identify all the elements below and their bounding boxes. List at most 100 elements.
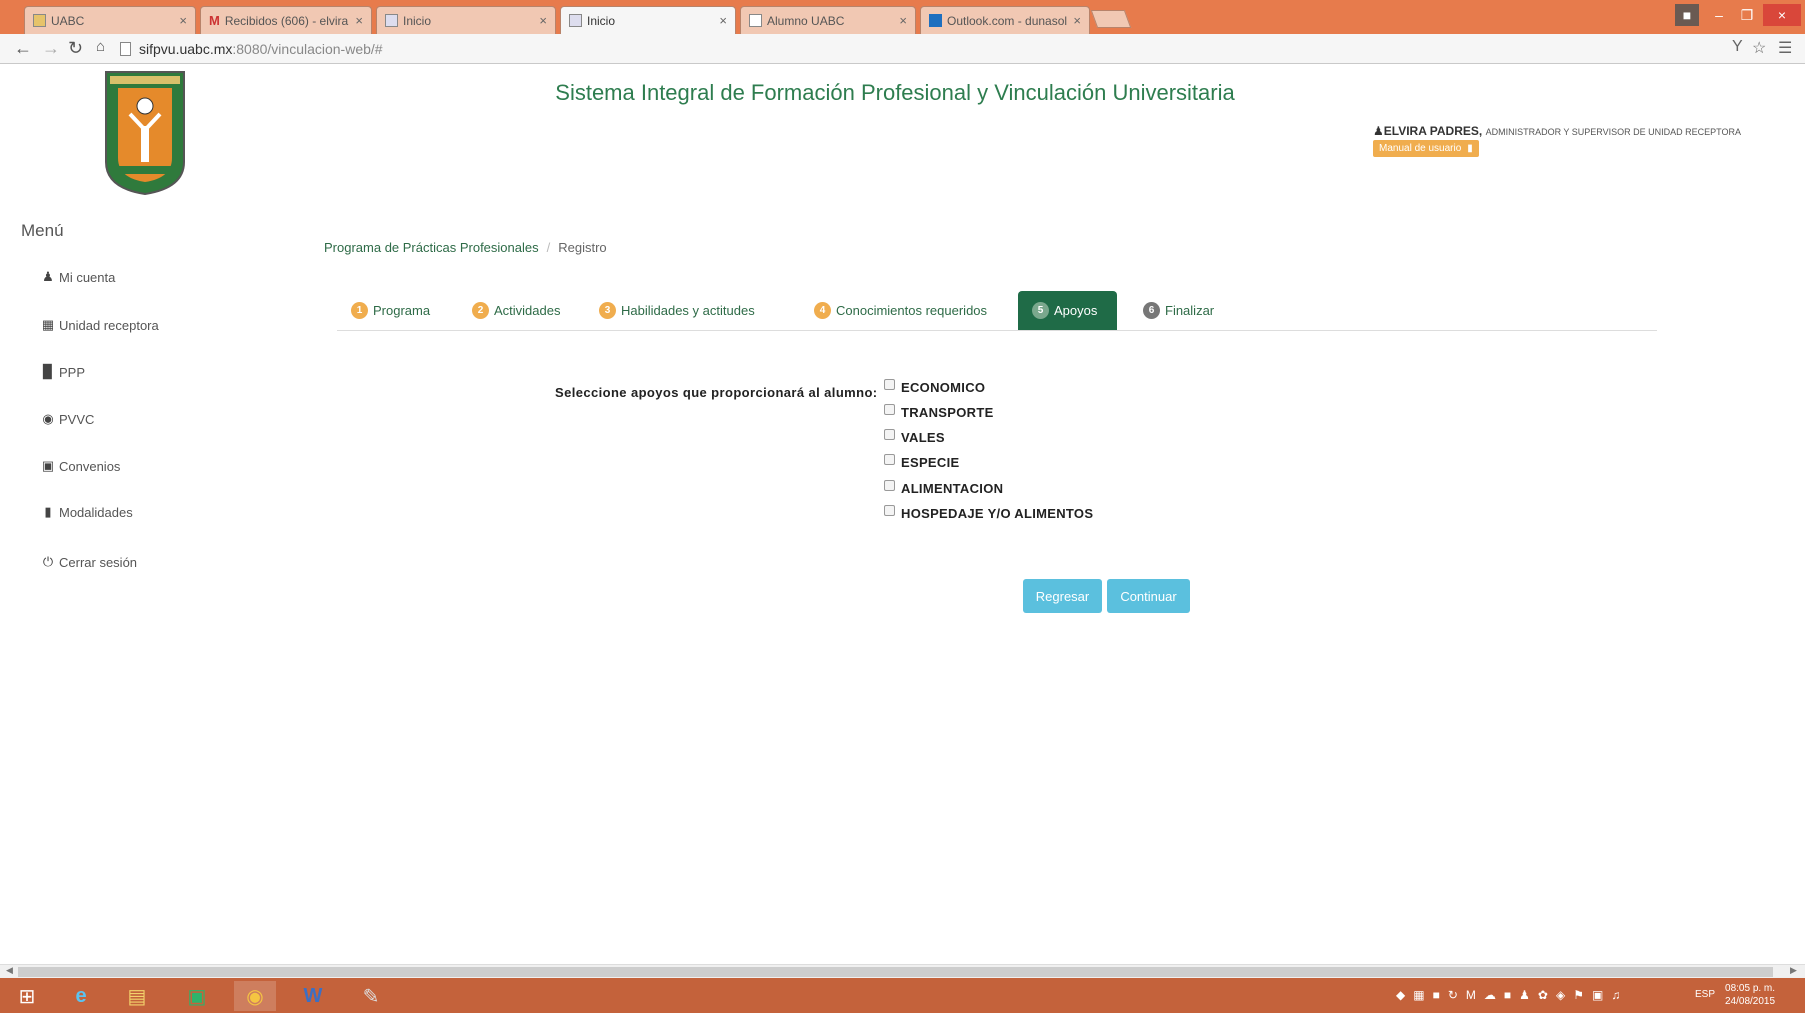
gmail-tray-icon[interactable]: M xyxy=(1466,988,1476,1002)
checkbox-especie[interactable] xyxy=(884,454,895,465)
menu-item-convenios[interactable]: ▣ Convenios xyxy=(40,458,121,474)
menu-hamburger-icon[interactable]: ☰ xyxy=(1778,38,1792,58)
back-button[interactable]: Regresar xyxy=(1023,579,1102,613)
option-label: ECONOMICO xyxy=(901,380,986,395)
checkbox-transporte[interactable] xyxy=(884,404,895,415)
menu-item-cerrar-sesion[interactable]: ⏻ Cerrar sesión xyxy=(40,554,137,570)
step-number-badge: 6 xyxy=(1143,302,1160,319)
monitor-icon[interactable]: ▣ xyxy=(1592,988,1603,1002)
minimize-button[interactable]: – xyxy=(1705,4,1733,26)
menu-item-label: Cerrar sesión xyxy=(59,554,138,570)
browser-tab-uabc[interactable]: UABC × xyxy=(24,6,196,34)
page-icon xyxy=(120,42,131,56)
power-icon: ⏻ xyxy=(42,554,54,569)
close-tab-icon[interactable]: × xyxy=(719,13,727,28)
browser-tab-inicio-1[interactable]: Inicio × xyxy=(376,6,556,34)
forward-arrow-icon[interactable]: → xyxy=(42,38,60,59)
new-tab-button[interactable] xyxy=(1090,10,1132,28)
close-tab-icon[interactable]: × xyxy=(179,13,187,28)
option-alimentacion[interactable]: ALIMENTACION xyxy=(884,480,1004,496)
shield-icon[interactable]: ◆ xyxy=(1396,988,1405,1002)
continue-button[interactable]: Continuar xyxy=(1107,579,1190,613)
menu-item-label: Unidad receptora xyxy=(59,317,159,333)
horizontal-scrollbar[interactable]: ◀ ▶ xyxy=(0,964,1805,978)
browser-tab-inicio-active[interactable]: Inicio × xyxy=(560,6,736,34)
scroll-left-arrow-icon[interactable]: ◀ xyxy=(6,965,13,976)
system-clock[interactable]: 08:05 p. m. 24/08/2015 xyxy=(1725,982,1775,1008)
people-icon[interactable]: ♟ xyxy=(1519,988,1530,1002)
menu-item-ppp[interactable]: ▉ PPP xyxy=(40,364,85,380)
url-field[interactable]: sifpvu.uabc.mx:8080/vinculacion-web/# xyxy=(120,39,1720,59)
breadcrumb-parent-link[interactable]: Programa de Prácticas Profesionales xyxy=(324,240,539,255)
option-especie[interactable]: ESPECIE xyxy=(884,454,960,470)
sync-icon[interactable]: ↻ xyxy=(1448,988,1458,1002)
chrome-icon[interactable]: ◉ xyxy=(234,981,276,1011)
maximize-button[interactable]: ❐ xyxy=(1733,4,1761,26)
word-icon[interactable]: W xyxy=(292,981,334,1011)
store-icon[interactable]: ▣ xyxy=(176,981,218,1011)
page-favicon xyxy=(385,14,398,27)
menu-item-label: Convenios xyxy=(59,458,121,474)
step-conocimientos[interactable]: 4 Conocimientos requeridos xyxy=(800,291,1001,330)
step-label: Apoyos xyxy=(1054,303,1098,318)
site-title: Sistema Integral de Formación Profesiona… xyxy=(555,80,1235,105)
tab-title: Inicio xyxy=(587,13,616,28)
close-tab-icon[interactable]: × xyxy=(539,13,547,28)
step-finalizar[interactable]: 6 Finalizar xyxy=(1129,291,1228,330)
scrollbar-thumb[interactable] xyxy=(18,967,1773,977)
network-icon[interactable]: ▦ xyxy=(1413,988,1424,1002)
checkbox-economico[interactable] xyxy=(884,379,895,390)
checkbox-vales[interactable] xyxy=(884,429,895,440)
close-tab-icon[interactable]: × xyxy=(355,13,363,28)
bluetooth-icon[interactable]: ◈ xyxy=(1556,988,1565,1002)
menu-item-unidad-receptora[interactable]: ▦ Unidad receptora xyxy=(40,317,159,333)
step-habilidades[interactable]: 3 Habilidades y actitudes xyxy=(585,291,769,330)
close-window-button[interactable]: × xyxy=(1763,4,1801,26)
option-hospedaje[interactable]: HOSPEDAJE Y/O ALIMENTOS xyxy=(884,505,1094,521)
checkbox-hospedaje[interactable] xyxy=(884,505,895,516)
menu-item-mi-cuenta[interactable]: ♟ Mi cuenta xyxy=(40,269,115,285)
close-tab-icon[interactable]: × xyxy=(899,13,907,28)
extension-icon[interactable]: Y xyxy=(1732,38,1743,56)
internet-explorer-icon[interactable]: e xyxy=(60,981,102,1011)
volume-icon[interactable]: ♫ xyxy=(1611,988,1620,1002)
paint-icon[interactable]: ✎ xyxy=(350,981,392,1011)
checkbox-alimentacion[interactable] xyxy=(884,480,895,491)
flag-icon[interactable]: ⚑ xyxy=(1573,988,1584,1002)
menu-item-modalidades[interactable]: ▮ Modalidades xyxy=(40,504,132,520)
globe-icon: ◉ xyxy=(42,411,54,426)
browser-tab-outlook[interactable]: Outlook.com - dunasol@ × xyxy=(920,6,1090,34)
close-tab-icon[interactable]: × xyxy=(1073,13,1081,28)
file-explorer-icon[interactable]: ▤ xyxy=(116,981,158,1011)
option-label: ESPECIE xyxy=(901,455,960,470)
step-actividades[interactable]: 2 Actividades xyxy=(458,291,574,330)
option-label: ALIMENTACION xyxy=(901,481,1004,496)
option-label: TRANSPORTE xyxy=(901,405,994,420)
browser-tab-gmail[interactable]: M Recibidos (606) - elvira.p × xyxy=(200,6,372,34)
option-economico[interactable]: ECONOMICO xyxy=(884,379,986,395)
step-number-badge: 3 xyxy=(599,302,616,319)
scroll-right-arrow-icon[interactable]: ▶ xyxy=(1790,965,1797,976)
user-profile-icon[interactable]: ■ xyxy=(1675,4,1699,26)
step-apoyos[interactable]: 5 Apoyos xyxy=(1018,291,1117,330)
menu-item-pvvc[interactable]: ◉ PVVC xyxy=(40,411,94,427)
breadcrumb: Programa de Prácticas Profesionales / Regi… xyxy=(324,240,607,255)
language-indicator[interactable]: ESP xyxy=(1695,989,1715,1000)
reload-icon[interactable]: ↻ xyxy=(68,38,83,59)
bookmark-star-icon[interactable]: ☆ xyxy=(1752,38,1766,58)
cloud-icon[interactable]: ☁ xyxy=(1484,988,1496,1002)
step-programa[interactable]: 1 Programa xyxy=(337,291,444,330)
option-vales[interactable]: VALES xyxy=(884,429,945,445)
clock-date: 24/08/2015 xyxy=(1725,996,1776,1007)
app-tray-icon[interactable]: ■ xyxy=(1433,988,1440,1002)
home-icon[interactable]: ⌂ xyxy=(96,38,105,55)
option-label: HOSPEDAJE Y/O ALIMENTOS xyxy=(901,506,1094,521)
leaf-icon[interactable]: ✿ xyxy=(1538,988,1548,1002)
browser-tab-alumno[interactable]: Alumno UABC × xyxy=(740,6,916,34)
comment-icon: ▮ xyxy=(1467,143,1473,154)
windows-start-icon[interactable]: ⊞ xyxy=(6,981,48,1011)
option-transporte[interactable]: TRANSPORTE xyxy=(884,404,994,420)
back-arrow-icon[interactable]: ← xyxy=(14,38,32,59)
pdf-icon[interactable]: ■ xyxy=(1504,988,1511,1002)
user-manual-button[interactable]: Manual de usuario ▮ xyxy=(1373,140,1479,157)
